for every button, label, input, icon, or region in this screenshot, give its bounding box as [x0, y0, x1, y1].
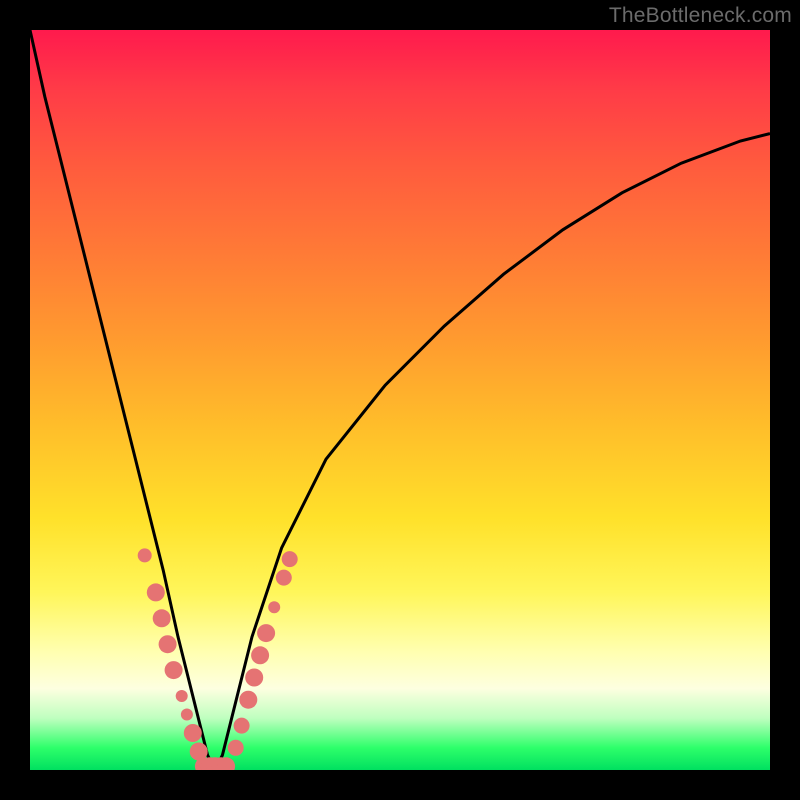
curve-marker	[268, 601, 280, 613]
curve-marker	[184, 724, 202, 742]
curve-marker	[147, 583, 165, 601]
curve-marker	[239, 691, 257, 709]
curve-marker	[245, 669, 263, 687]
curve-marker	[176, 690, 188, 702]
curve-marker	[234, 718, 250, 734]
curve-marker	[228, 740, 244, 756]
bottleneck-curve	[30, 30, 770, 770]
chart-frame: TheBottleneck.com	[0, 0, 800, 800]
curve-marker	[181, 709, 193, 721]
curve-marker	[138, 548, 152, 562]
curve-marker	[251, 646, 269, 664]
curve-markers	[138, 548, 298, 770]
plot-area	[30, 30, 770, 770]
curve-marker	[276, 570, 292, 586]
curve-marker	[159, 635, 177, 653]
curve-svg	[30, 30, 770, 770]
watermark-text: TheBottleneck.com	[609, 4, 792, 28]
curve-marker	[282, 551, 298, 567]
curve-marker	[165, 661, 183, 679]
curve-marker	[153, 609, 171, 627]
curve-marker	[257, 624, 275, 642]
